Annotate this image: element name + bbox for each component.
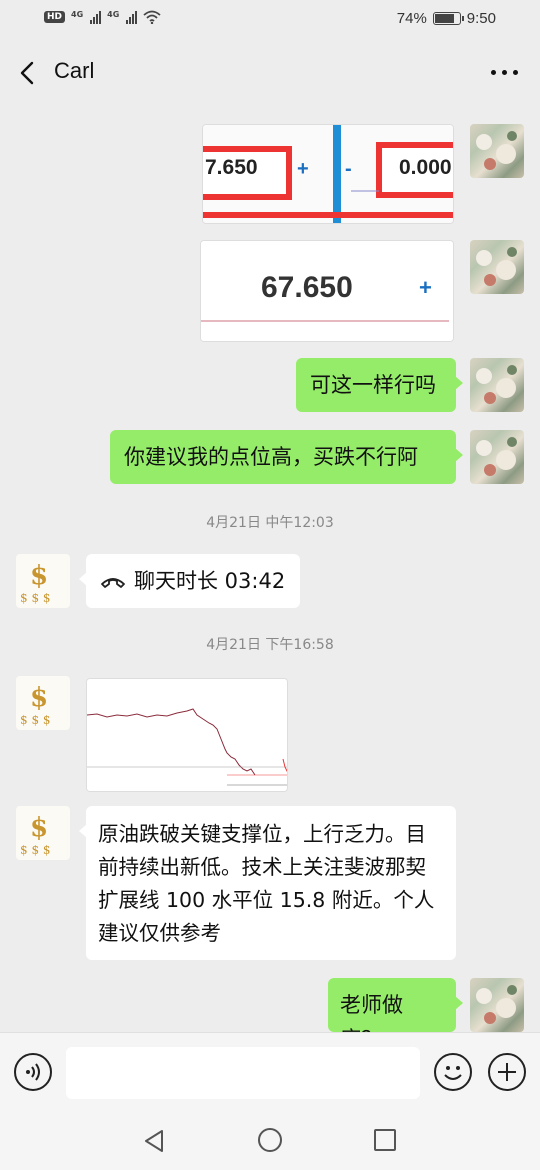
emoji-icon[interactable] — [434, 1053, 472, 1091]
message-input[interactable] — [66, 1047, 420, 1099]
timestamp: 4月21日 下午16:58 — [206, 637, 334, 653]
left-value: 7.650 — [205, 156, 258, 179]
status-right: 74% 9:50 — [397, 10, 496, 27]
signal-icon-2 — [126, 10, 138, 24]
status-bar: HD 4G 4G 74% 9:50 — [0, 0, 540, 40]
chevron-left-icon[interactable] — [16, 60, 38, 86]
contact-avatar[interactable]: $ $ $ $ — [16, 806, 70, 860]
price-input-image-2: 67.650 + — [201, 241, 453, 341]
status-left: HD 4G 4G — [44, 10, 161, 24]
message-bubble-sent[interactable]: 老师做底？ — [328, 978, 463, 1032]
contact-avatar[interactable]: $ $ $ $ — [16, 676, 70, 730]
chat-title: Carl — [54, 58, 95, 83]
image-message-1[interactable]: 7.650 + - 0.000 — [202, 124, 454, 224]
phone-icon — [101, 578, 125, 588]
user-avatar[interactable] — [470, 358, 524, 412]
price-value: 67.650 — [261, 271, 353, 304]
clock: 9:50 — [466, 10, 496, 27]
hd-badge: HD — [44, 11, 66, 23]
right-value: 0.000 — [399, 156, 452, 179]
chart-image-message[interactable] — [86, 678, 288, 792]
user-avatar[interactable] — [470, 124, 524, 178]
call-record-bubble[interactable]: 聊天时长 03:42 — [79, 554, 300, 608]
nav-home-icon[interactable] — [258, 1128, 282, 1152]
image-message-2[interactable]: 67.650 + — [200, 240, 454, 342]
system-nav-bar — [0, 1112, 540, 1170]
message-bubble-received[interactable]: 原油跌破关键支撑位，上行乏力。目前持续出新低。技术上关注斐波那契扩展线 100 … — [79, 806, 456, 960]
plus-icon[interactable] — [488, 1053, 526, 1091]
user-avatar[interactable] — [470, 978, 524, 1032]
svg-text:$: $ — [30, 813, 48, 843]
input-bar — [0, 1032, 540, 1112]
battery-icon — [432, 12, 464, 25]
call-duration: 聊天时长 03:42 — [134, 569, 286, 593]
chat-area[interactable]: 7.650 + - 0.000 67.650 + 可这一样行吗 你建议我的点位高… — [0, 106, 540, 1032]
price-sign: + — [419, 275, 432, 300]
contact-avatar[interactable]: $ $ $ $ — [16, 554, 70, 608]
more-dots-icon[interactable] — [491, 70, 518, 75]
nav-recent-icon[interactable] — [374, 1129, 396, 1151]
svg-text:$: $ — [30, 683, 48, 713]
svg-text:$ $ $: $ $ $ — [20, 591, 51, 605]
signal-icon-1 — [90, 10, 102, 24]
voice-icon[interactable] — [14, 1053, 52, 1091]
title-bar: Carl — [0, 40, 540, 106]
svg-text:$ $ $: $ $ $ — [20, 843, 51, 857]
price-input-image-1: 7.650 + - 0.000 — [203, 125, 453, 223]
price-chart-image — [87, 679, 287, 791]
svg-text:$ $ $: $ $ $ — [20, 713, 51, 727]
message-bubble-sent[interactable]: 你建议我的点位高，买跌不行阿 — [110, 430, 463, 484]
battery-percent: 74% — [396, 10, 427, 27]
left-sign: + — [297, 158, 309, 180]
network-type-1: 4G — [71, 10, 84, 19]
user-avatar[interactable] — [470, 430, 524, 484]
user-avatar[interactable] — [470, 240, 524, 294]
message-bubble-sent[interactable]: 可这一样行吗 — [296, 358, 463, 412]
right-sign: - — [345, 158, 352, 180]
timestamp: 4月21日 中午12:03 — [206, 515, 334, 531]
network-type-2: 4G — [107, 10, 120, 19]
svg-text:$: $ — [30, 561, 48, 591]
wifi-icon — [143, 10, 161, 24]
nav-back-icon[interactable] — [142, 1128, 166, 1154]
